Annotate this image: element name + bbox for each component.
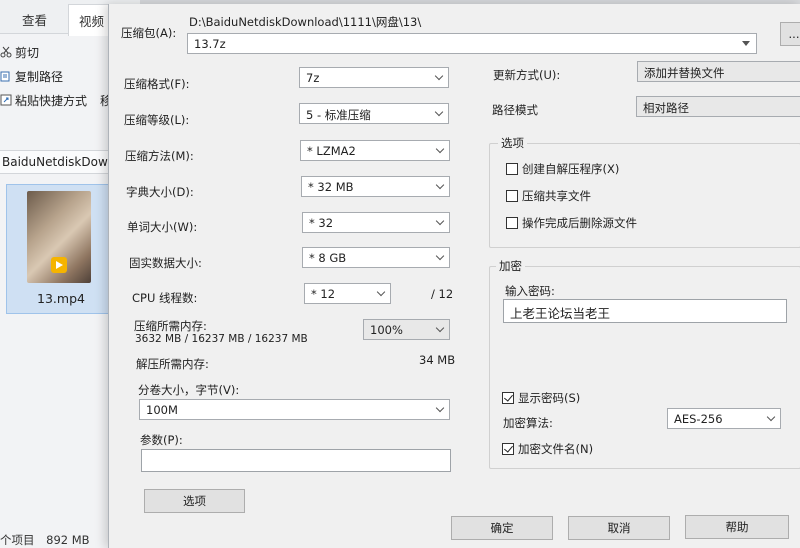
dictionary-label: 字典大小(D): xyxy=(126,185,194,199)
delete-label: 操作完成后删除源文件 xyxy=(522,216,637,230)
password-input[interactable]: 上老王论坛当老王 xyxy=(503,299,787,323)
solid-block-label: 固实数据大小: xyxy=(129,256,202,270)
cancel-button[interactable]: 取消 xyxy=(568,516,670,540)
status-bar: 个项目 892 MB xyxy=(0,532,90,548)
encryption-group-title: 加密 xyxy=(496,258,525,274)
compress-memory-label: 压缩所需内存: xyxy=(134,319,207,333)
compress-shared-checkbox[interactable]: 压缩共享文件 xyxy=(506,188,591,204)
format-label: 压缩格式(F): xyxy=(124,77,190,91)
help-button[interactable]: 帮助 xyxy=(685,515,789,539)
chevron-down-icon xyxy=(742,41,750,46)
params-input[interactable] xyxy=(141,449,451,472)
word-size-select[interactable]: * 32 xyxy=(302,212,450,233)
add-to-archive-dialog: 压缩包(A): D:\BaiduNetdiskDownload\1111\网盘\… xyxy=(108,4,800,548)
tab-view[interactable]: 查看 xyxy=(22,10,47,29)
ok-button[interactable]: 确定 xyxy=(451,516,553,540)
chevron-down-icon xyxy=(435,180,445,190)
encrypt-filenames-label: 加密文件名(N) xyxy=(518,442,594,456)
volume-size-combo[interactable]: 100M xyxy=(139,399,450,420)
show-password-checkbox[interactable]: 显示密码(S) xyxy=(502,390,580,406)
memory-usage-value: 100% xyxy=(370,323,403,337)
chevron-down-icon xyxy=(434,107,444,117)
chevron-down-icon xyxy=(435,144,445,154)
chevron-down-icon xyxy=(434,71,444,81)
threads-label: CPU 线程数: xyxy=(132,291,198,305)
copy-path-label: 复制路径 xyxy=(15,70,64,84)
file-name: 13.mp4 xyxy=(37,291,85,306)
dictionary-select[interactable]: * 32 MB xyxy=(301,176,450,197)
update-mode-value: 添加并替换文件 xyxy=(644,66,725,80)
cut-button[interactable]: 剪切 xyxy=(0,44,39,61)
method-value: * LZMA2 xyxy=(307,144,356,158)
threads-value: * 12 xyxy=(311,287,336,301)
paste-shortcut-button[interactable]: 粘贴快捷方式 xyxy=(0,92,87,109)
threads-select[interactable]: * 12 xyxy=(304,283,391,304)
word-size-label: 单词大小(W): xyxy=(127,220,198,234)
paste-shortcut-label: 粘贴快捷方式 xyxy=(15,94,88,108)
path-mode-value: 相对路径 xyxy=(643,101,689,115)
params-label: 参数(P): xyxy=(140,433,183,447)
show-password-checkbox-box[interactable] xyxy=(502,392,514,404)
compress-memory-value: 3632 MB / 16237 MB / 16237 MB xyxy=(135,333,308,345)
volume-size-value: 100M xyxy=(146,403,178,417)
chevron-down-icon xyxy=(435,403,445,413)
chevron-down-icon xyxy=(766,412,776,422)
chevron-down-icon xyxy=(435,323,445,333)
dictionary-value: * 32 MB xyxy=(308,180,354,194)
path-mode-label: 路径模式 xyxy=(492,103,538,117)
shared-label: 压缩共享文件 xyxy=(522,189,591,203)
cut-label: 剪切 xyxy=(15,46,40,60)
delete-checkbox-box[interactable] xyxy=(506,217,518,229)
method-select[interactable]: * LZMA2 xyxy=(300,140,450,161)
copy-path-icon xyxy=(0,70,12,82)
shared-checkbox-box[interactable] xyxy=(506,190,518,202)
archive-name-value: 13.7z xyxy=(194,37,226,51)
path-mode-select[interactable]: 相对路径 xyxy=(636,96,800,117)
sfx-label: 创建自解压程序(X) xyxy=(522,162,620,176)
encrypt-filenames-checkbox[interactable]: 加密文件名(N) xyxy=(502,441,593,457)
archive-directory: D:\BaiduNetdiskDownload\1111\网盘\13\ xyxy=(189,15,422,29)
chevron-down-icon xyxy=(435,251,445,261)
update-mode-label: 更新方式(U): xyxy=(493,68,561,82)
scissors-icon xyxy=(0,46,12,58)
item-count: 个项目 xyxy=(0,533,35,547)
copy-path-button[interactable]: 复制路径 xyxy=(0,68,63,85)
format-value: 7z xyxy=(306,71,320,85)
decompress-memory-value: 34 MB xyxy=(419,353,456,367)
update-mode-select[interactable]: 添加并替换文件 xyxy=(637,61,800,82)
chevron-down-icon xyxy=(376,287,386,297)
archive-label: 压缩包(A): xyxy=(121,26,177,40)
delete-after-checkbox[interactable]: 操作完成后删除源文件 xyxy=(506,215,637,231)
level-label: 压缩等级(L): xyxy=(124,113,190,127)
sfx-checkbox-box[interactable] xyxy=(506,163,518,175)
password-label: 输入密码: xyxy=(505,284,555,298)
selection-size: 892 MB xyxy=(46,533,90,547)
create-sfx-checkbox[interactable]: 创建自解压程序(X) xyxy=(506,161,619,177)
browse-button[interactable]: ... xyxy=(780,22,800,46)
word-size-value: * 32 xyxy=(309,216,334,230)
memory-usage-select[interactable]: 100% xyxy=(363,319,450,340)
archive-name-combo[interactable]: 13.7z xyxy=(187,33,757,54)
solid-block-value: * 8 GB xyxy=(309,251,347,265)
file-item[interactable]: 13.mp4 xyxy=(6,184,114,314)
threads-max: / 12 xyxy=(431,287,454,301)
options-group-title: 选项 xyxy=(498,135,527,151)
method-label: 压缩方法(M): xyxy=(125,149,194,163)
show-password-label: 显示密码(S) xyxy=(518,391,581,405)
level-value: 5 - 标准压缩 xyxy=(306,108,371,122)
volume-label: 分卷大小，字节(V): xyxy=(138,383,240,397)
options-button[interactable]: 选项 xyxy=(144,489,245,513)
level-select[interactable]: 5 - 标准压缩 xyxy=(299,103,449,124)
paste-shortcut-icon xyxy=(0,94,12,106)
chevron-down-icon xyxy=(435,216,445,226)
player-badge-icon xyxy=(51,257,67,273)
encryption-method-value: AES-256 xyxy=(674,412,723,426)
encryption-method-select[interactable]: AES-256 xyxy=(667,408,781,429)
encryption-method-label: 加密算法: xyxy=(503,416,553,430)
format-select[interactable]: 7z xyxy=(299,67,449,88)
decompress-memory-label: 解压所需内存: xyxy=(136,357,209,371)
solid-block-select[interactable]: * 8 GB xyxy=(302,247,450,268)
encrypt-filenames-checkbox-box[interactable] xyxy=(502,443,514,455)
